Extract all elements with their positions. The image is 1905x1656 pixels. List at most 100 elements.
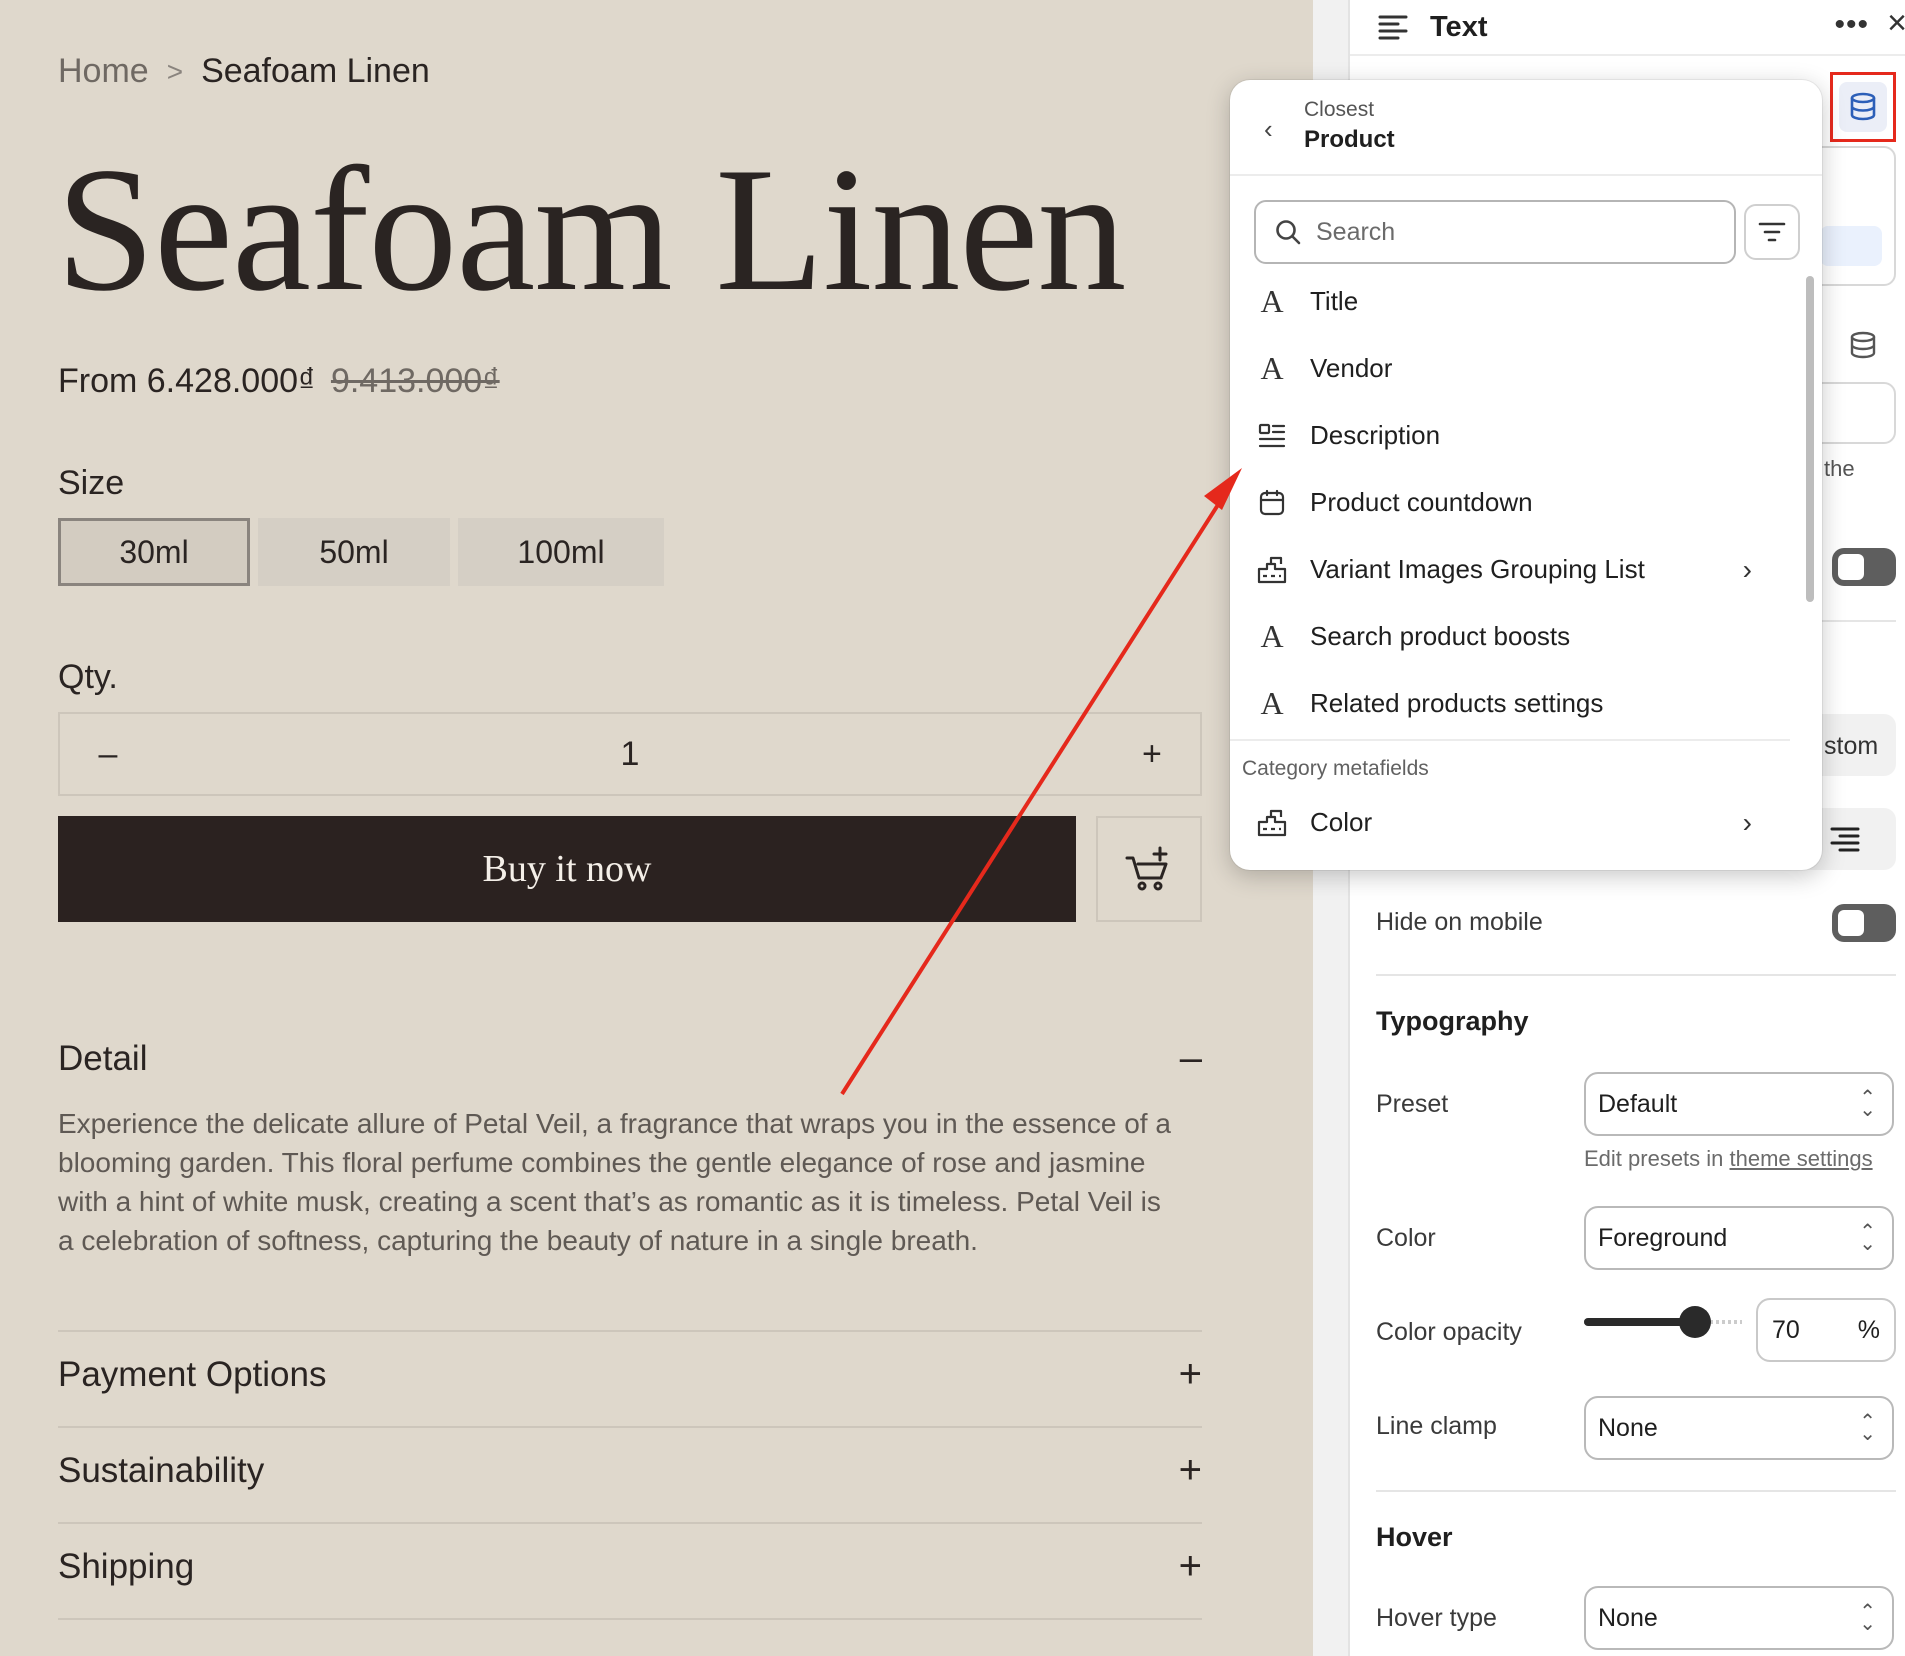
source-item-color[interactable]: Color › [1230, 789, 1790, 856]
updown-chevron-icon: ⌃ ⌄ [1859, 1221, 1876, 1255]
source-item-vendor[interactable]: A Vendor [1230, 335, 1790, 402]
category-metafields-heading: Category metafields [1242, 757, 1429, 780]
updown-chevron-icon: ⌃ ⌄ [1859, 1411, 1876, 1445]
line-clamp-select[interactable]: None ⌃ ⌄ [1584, 1396, 1894, 1460]
metaobject-icon [1256, 809, 1288, 837]
source-search-input[interactable]: Search [1254, 200, 1736, 264]
chevron-right-icon[interactable]: › [1743, 554, 1752, 586]
hide-on-mobile-toggle[interactable] [1832, 904, 1896, 942]
add-to-cart-button[interactable] [1096, 816, 1202, 922]
search-icon [1276, 220, 1301, 245]
preset-select[interactable]: Default ⌃ ⌄ [1584, 1072, 1894, 1136]
source-item-related-products-settings[interactable]: A Related products settings [1230, 670, 1790, 737]
size-label: Size [58, 464, 125, 502]
accordion-title: Payment Options [58, 1354, 327, 1394]
close-icon[interactable]: × [1887, 4, 1905, 43]
hover-title: Hover [1376, 1522, 1453, 1552]
back-chevron-icon[interactable]: ‹ [1264, 114, 1273, 145]
hide-on-mobile-label: Hide on mobile [1376, 908, 1543, 936]
text-list-icon: A [1256, 618, 1288, 655]
source-item-search-product-boosts[interactable]: A Search product boosts [1230, 603, 1790, 670]
opacity-unit: % [1857, 1315, 1880, 1344]
chevron-right-icon[interactable]: › [1743, 807, 1752, 839]
preset-label: Preset [1376, 1090, 1449, 1118]
color-value: Foreground [1598, 1223, 1728, 1252]
size-selector: 30ml 50ml 100ml [58, 518, 664, 586]
qty-increase-button[interactable]: + [1132, 735, 1172, 774]
source-list: A Title A Vendor Description Product cou… [1230, 268, 1790, 856]
color-opacity-input[interactable]: 70 % [1756, 1298, 1896, 1362]
source-item-label: Color [1310, 807, 1373, 837]
panel-header: Text ••• × [1350, 0, 1905, 56]
chevron-right-icon: > [166, 55, 184, 87]
source-item-description[interactable]: Description [1230, 402, 1790, 469]
product-title: Seafoam Linen [56, 130, 1126, 328]
cart-add-icon [1125, 846, 1168, 891]
hover-type-value: None [1598, 1603, 1658, 1632]
toggle-knob [1838, 910, 1864, 936]
updown-chevron-icon: ⌃ ⌄ [1859, 1601, 1876, 1635]
metaobject-icon [1256, 556, 1288, 584]
description-icon [1256, 422, 1288, 450]
dynamic-source-popover: ‹ Closest Product Search A Title A Vendo… [1230, 80, 1822, 870]
more-icon[interactable]: ••• [1834, 8, 1869, 42]
line-clamp-value: None [1598, 1413, 1658, 1442]
database-icon[interactable] [1848, 330, 1878, 360]
color-label: Color [1376, 1224, 1436, 1252]
updown-chevron-icon: ⌃ ⌄ [1859, 1087, 1876, 1121]
size-option-100ml[interactable]: 100ml [458, 518, 664, 586]
theme-settings-link[interactable]: theme settings [1730, 1146, 1873, 1171]
align-right-icon[interactable] [1828, 826, 1860, 854]
text-align-icon [1378, 15, 1408, 40]
plus-icon[interactable]: + [1179, 1448, 1202, 1493]
breadcrumb-current: Seafoam Linen [201, 52, 430, 90]
source-item-product-countdown[interactable]: Product countdown [1230, 469, 1790, 536]
source-item-variant-images-grouping-list[interactable]: Variant Images Grouping List › [1230, 536, 1790, 603]
detail-description: Experience the delicate allure of Petal … [58, 1108, 1171, 1256]
filter-button[interactable] [1744, 204, 1800, 260]
hover-type-select[interactable]: None ⌃ ⌄ [1584, 1586, 1894, 1650]
accordion-sustainability[interactable]: Sustainability + [58, 1448, 1202, 1493]
source-item-label: Search product boosts [1310, 621, 1571, 651]
source-item-label: Variant Images Grouping List [1310, 554, 1645, 584]
price-compare: 9.413.000₫ [330, 362, 500, 400]
color-opacity-slider[interactable] [1584, 1306, 1742, 1338]
toggle-knob [1838, 554, 1864, 580]
qty-label: Qty. [58, 658, 118, 696]
divider [58, 1426, 1202, 1428]
accordion-payment-options[interactable]: Payment Options + [58, 1352, 1202, 1397]
size-option-50ml[interactable]: 50ml [258, 518, 450, 586]
qty-decrease-button[interactable]: – [88, 735, 128, 774]
product-price: From 6.428.000₫ 9.413.000₫ [58, 362, 500, 401]
slider-thumb[interactable] [1679, 1306, 1711, 1338]
plus-icon[interactable]: + [1179, 1352, 1202, 1397]
source-item-label: Product countdown [1310, 487, 1533, 517]
source-item-label: Vendor [1310, 353, 1393, 383]
field-highlight [1820, 226, 1882, 266]
buy-it-now-button[interactable]: Buy it now [58, 816, 1076, 922]
accordion-detail[interactable]: Detail – [58, 1036, 1202, 1081]
calendar-icon [1256, 489, 1288, 517]
size-option-30ml[interactable]: 30ml [58, 518, 250, 586]
popover-crumb-current: Product [1304, 126, 1395, 153]
search-placeholder: Search [1316, 217, 1396, 246]
plus-icon[interactable]: + [1179, 1544, 1202, 1589]
database-icon [1850, 92, 1876, 121]
source-item-title[interactable]: A Title [1230, 268, 1790, 335]
divider [1376, 974, 1896, 976]
text-type-glyph: A [1260, 618, 1284, 654]
toggle-switch[interactable] [1832, 548, 1896, 586]
minus-icon[interactable]: – [1180, 1036, 1202, 1081]
divider [58, 1618, 1202, 1620]
source-item-label: Related products settings [1310, 688, 1604, 718]
text-type-icon: A [1260, 283, 1284, 319]
color-select[interactable]: Foreground ⌃ ⌄ [1584, 1206, 1894, 1270]
text-type-icon: A [1260, 685, 1284, 721]
qty-value[interactable]: 1 [621, 735, 640, 774]
breadcrumb-home-link[interactable]: Home [58, 52, 149, 91]
scrollbar[interactable] [1806, 276, 1814, 602]
accordion-shipping[interactable]: Shipping + [58, 1544, 1202, 1589]
line-clamp-label: Line clamp [1376, 1412, 1497, 1440]
divider [58, 1330, 1202, 1332]
dynamic-source-button[interactable] [1830, 72, 1896, 142]
